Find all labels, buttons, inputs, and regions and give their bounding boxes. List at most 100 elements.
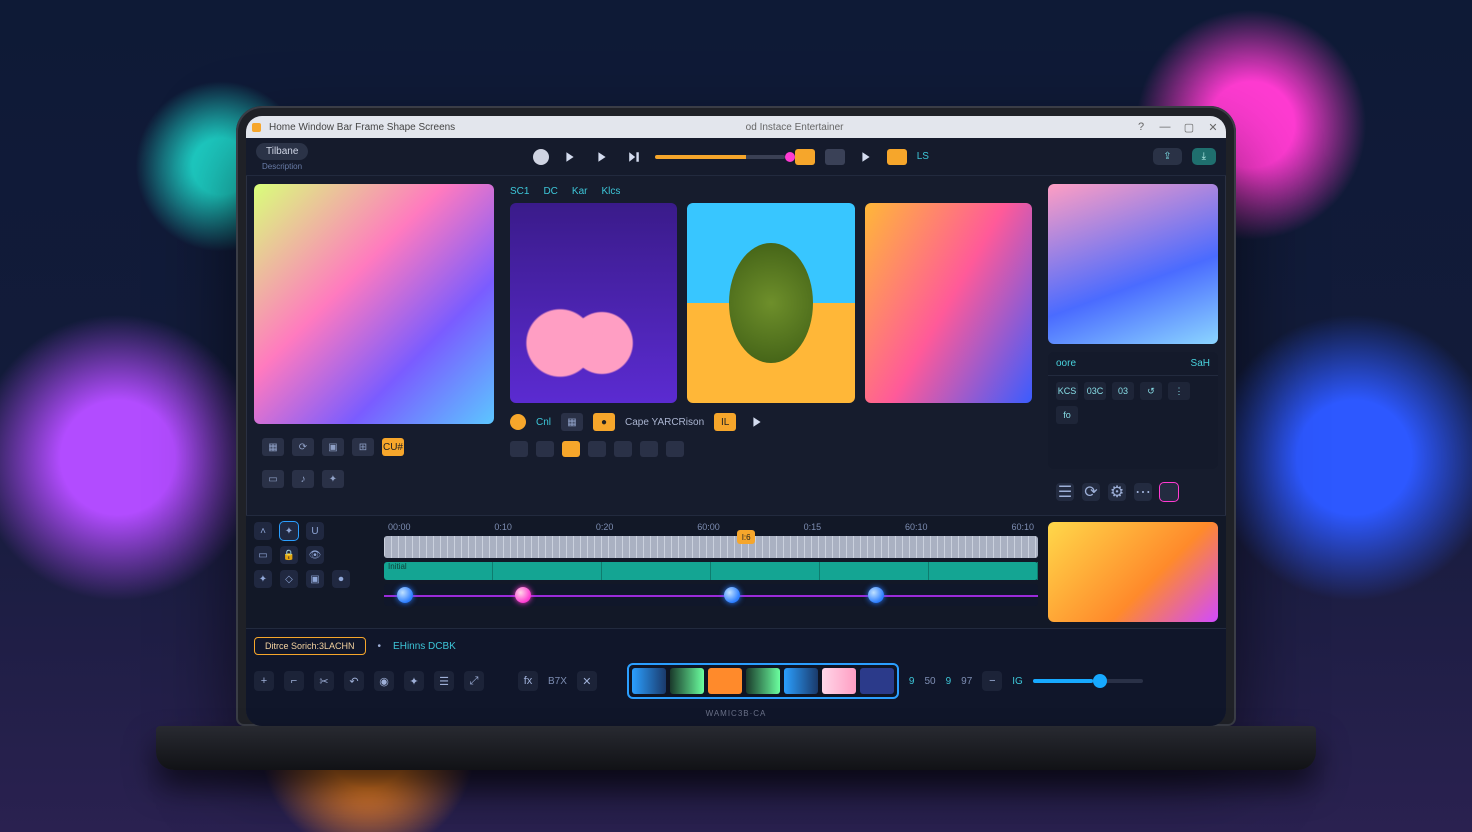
clip[interactable]: [711, 562, 820, 580]
media-thumb[interactable]: [510, 203, 677, 403]
sidebar-preview[interactable]: [254, 184, 494, 424]
flag-icon[interactable]: [887, 149, 907, 165]
sidebar-cu-chip[interactable]: CU#: [382, 438, 404, 456]
keyframe[interactable]: [868, 587, 884, 603]
color-orb-icon[interactable]: [510, 414, 526, 430]
sidebar-audio-icon[interactable]: ♪: [292, 470, 314, 488]
cut-icon[interactable]: ✂: [314, 671, 334, 691]
mini-tool-icon[interactable]: [562, 441, 580, 457]
mini-tool-icon[interactable]: [614, 441, 632, 457]
help-button[interactable]: ?: [1134, 121, 1148, 134]
track-fx-icon[interactable]: ✦: [254, 570, 272, 588]
tab-tilbane[interactable]: Tilbane: [256, 143, 308, 160]
filter-item[interactable]: Klcs: [601, 186, 620, 197]
snap-icon[interactable]: ✦: [280, 522, 298, 540]
close-x-icon[interactable]: ✕: [577, 671, 597, 691]
sidebar-grid-icon[interactable]: ▦: [262, 438, 284, 456]
mini-tool-icon[interactable]: [666, 441, 684, 457]
keyframe[interactable]: [397, 587, 413, 603]
refresh-icon[interactable]: ⟳: [1082, 483, 1100, 501]
keyframe[interactable]: [724, 587, 740, 603]
clip[interactable]: [602, 562, 711, 580]
collapse-icon[interactable]: ˄: [254, 522, 272, 540]
timeline-tracks[interactable]: 00:00 0:10 0:20 60:00 0:15 60:10 60:10 I…: [384, 522, 1038, 622]
snapshot-icon[interactable]: [825, 149, 845, 165]
mini-tool-icon[interactable]: [536, 441, 554, 457]
slider-knob[interactable]: [1093, 674, 1107, 688]
fx-button[interactable]: fx: [518, 671, 538, 691]
clip[interactable]: [929, 562, 1038, 580]
expand-icon[interactable]: ⤢: [464, 671, 484, 691]
source-chip[interactable]: Ditrce Sorich:3LACHN: [254, 637, 366, 655]
zoom-slider[interactable]: [1033, 679, 1143, 683]
sidebar-media-icon[interactable]: ▭: [262, 470, 284, 488]
close-button[interactable]: ✕: [1206, 121, 1220, 134]
keyframe[interactable]: [515, 587, 531, 603]
track-video-icon[interactable]: ▭: [254, 546, 272, 564]
mini-tool-icon[interactable]: [510, 441, 528, 457]
playback-progress[interactable]: [655, 155, 785, 159]
filter-item[interactable]: DC: [543, 186, 557, 197]
insp-btn[interactable]: fo: [1056, 406, 1078, 424]
tool-icon[interactable]: ▦: [561, 413, 583, 431]
record-circle-icon[interactable]: ◉: [374, 671, 394, 691]
timeline-preview-thumb[interactable]: [1048, 522, 1218, 622]
maximize-button[interactable]: ▢: [1182, 121, 1196, 134]
sidebar-refresh-icon[interactable]: ⟳: [292, 438, 314, 456]
add-button[interactable]: +: [254, 671, 274, 691]
playhead-marker[interactable]: I:6: [737, 530, 755, 544]
trim-icon[interactable]: ⌐: [284, 671, 304, 691]
video-track[interactable]: Initial: [384, 562, 1038, 580]
clip[interactable]: [820, 562, 929, 580]
star-icon[interactable]: ✦: [404, 671, 424, 691]
record-icon[interactable]: [533, 149, 549, 165]
accent-square-icon[interactable]: [1160, 483, 1178, 501]
clip[interactable]: [493, 562, 602, 580]
source-label[interactable]: EHinns DCBK: [393, 641, 456, 652]
mini-tool-icon[interactable]: [640, 441, 658, 457]
play-next-button[interactable]: [623, 146, 645, 168]
export-button[interactable]: ⤓: [1192, 148, 1216, 165]
align-icon[interactable]: ☰: [434, 671, 454, 691]
play-button[interactable]: [591, 146, 613, 168]
clip-filmstrip[interactable]: [627, 663, 899, 699]
insp-btn[interactable]: ↺: [1140, 382, 1162, 400]
track-lock-icon[interactable]: 🔒: [280, 546, 298, 564]
magnet-icon[interactable]: U: [306, 522, 324, 540]
insp-btn[interactable]: 03C: [1084, 382, 1106, 400]
keyframe-track[interactable]: [384, 584, 1038, 606]
filter-item[interactable]: SC1: [510, 186, 529, 197]
track-mute-icon[interactable]: ▣: [306, 570, 324, 588]
insp-btn[interactable]: KCS: [1056, 382, 1078, 400]
share-button[interactable]: ⇪: [1153, 148, 1181, 165]
minimize-button[interactable]: —: [1158, 121, 1172, 134]
undo-icon[interactable]: ↶: [344, 671, 364, 691]
sidebar-fx-icon[interactable]: ✦: [322, 470, 344, 488]
sidebar-tile-icon[interactable]: ⊞: [352, 438, 374, 456]
inspector-tab[interactable]: SaH: [1191, 358, 1210, 369]
layers-icon[interactable]: ☰: [1056, 483, 1074, 501]
menu-bar[interactable]: Home Window Bar Frame Shape Screens: [269, 122, 455, 133]
zoom-out-icon[interactable]: −: [982, 671, 1002, 691]
play-prev-button[interactable]: [559, 146, 581, 168]
settings-icon[interactable]: ⚙: [1108, 483, 1126, 501]
track-kf-icon[interactable]: ◇: [280, 570, 298, 588]
inspector-tab[interactable]: oore: [1056, 358, 1076, 369]
marker-chip-icon[interactable]: [795, 149, 815, 165]
tool-badge[interactable]: IL: [714, 413, 736, 431]
tool-icon[interactable]: ●: [593, 413, 615, 431]
media-thumb[interactable]: [687, 203, 854, 403]
time-ruler[interactable]: I:6: [384, 536, 1038, 558]
clip[interactable]: Initial: [384, 562, 493, 580]
sidebar-box-icon[interactable]: ▣: [322, 438, 344, 456]
inspector-preview[interactable]: [1048, 184, 1218, 344]
track-rec-icon[interactable]: ⏺: [332, 570, 350, 588]
track-eye-icon[interactable]: 👁: [306, 546, 324, 564]
tool-play-icon[interactable]: [746, 411, 768, 433]
more-icon[interactable]: ⋯: [1134, 483, 1152, 501]
insp-btn[interactable]: 03: [1112, 382, 1134, 400]
preview-play-button[interactable]: [855, 146, 877, 168]
insp-btn[interactable]: ⋮: [1168, 382, 1190, 400]
tool-cnl[interactable]: Cnl: [536, 417, 551, 428]
filter-item[interactable]: Kar: [572, 186, 588, 197]
